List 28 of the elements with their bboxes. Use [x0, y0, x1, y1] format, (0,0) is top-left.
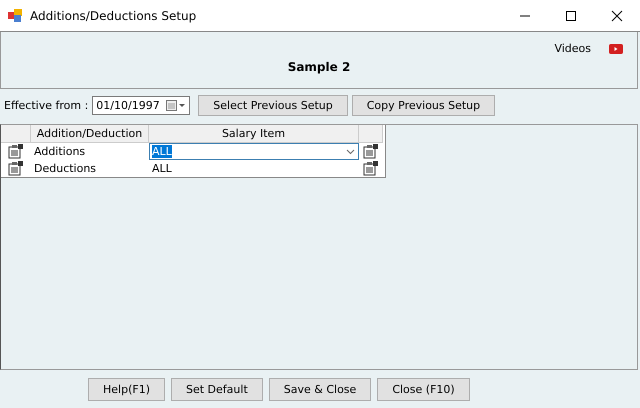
- table-cell-text: Deductions: [33, 161, 98, 177]
- maximize-icon[interactable]: [565, 10, 577, 22]
- form-icon[interactable]: [8, 161, 24, 176]
- header-title: Sample 2: [288, 60, 350, 74]
- video-play-icon[interactable]: [609, 44, 623, 54]
- effective-from-label: Effective from :: [4, 99, 88, 112]
- table-cell-text: ALL: [151, 161, 173, 177]
- setup-button[interactable]: Copy Previous Setup: [352, 95, 496, 116]
- window-title: Additions/Deductions Setup: [30, 8, 198, 22]
- videos-link[interactable]: Videos: [554, 42, 591, 55]
- footer-button[interactable]: Close (F10): [377, 378, 470, 400]
- date-picker[interactable]: 01/10/1997: [92, 96, 190, 115]
- footer-button[interactable]: Set Default: [171, 378, 263, 400]
- column-header: Addition/Deduction: [31, 125, 149, 143]
- footer-button[interactable]: Save & Close: [268, 378, 372, 400]
- salary-item-dropdown[interactable]: ALL: [149, 143, 359, 160]
- form-icon[interactable]: [363, 144, 379, 159]
- close-icon[interactable]: [611, 10, 623, 22]
- setup-button[interactable]: Select Previous Setup: [198, 95, 348, 116]
- form-icon[interactable]: [363, 161, 379, 176]
- column-header: Salary Item: [149, 125, 359, 143]
- form-icon[interactable]: [8, 144, 24, 159]
- chevron-down-icon[interactable]: [346, 148, 355, 154]
- calendar-icon[interactable]: [166, 100, 186, 111]
- column-header: [359, 125, 383, 143]
- table-cell-text: Additions: [33, 144, 86, 160]
- footer-button[interactable]: Help(F1): [88, 378, 165, 400]
- app-icon: [8, 9, 22, 22]
